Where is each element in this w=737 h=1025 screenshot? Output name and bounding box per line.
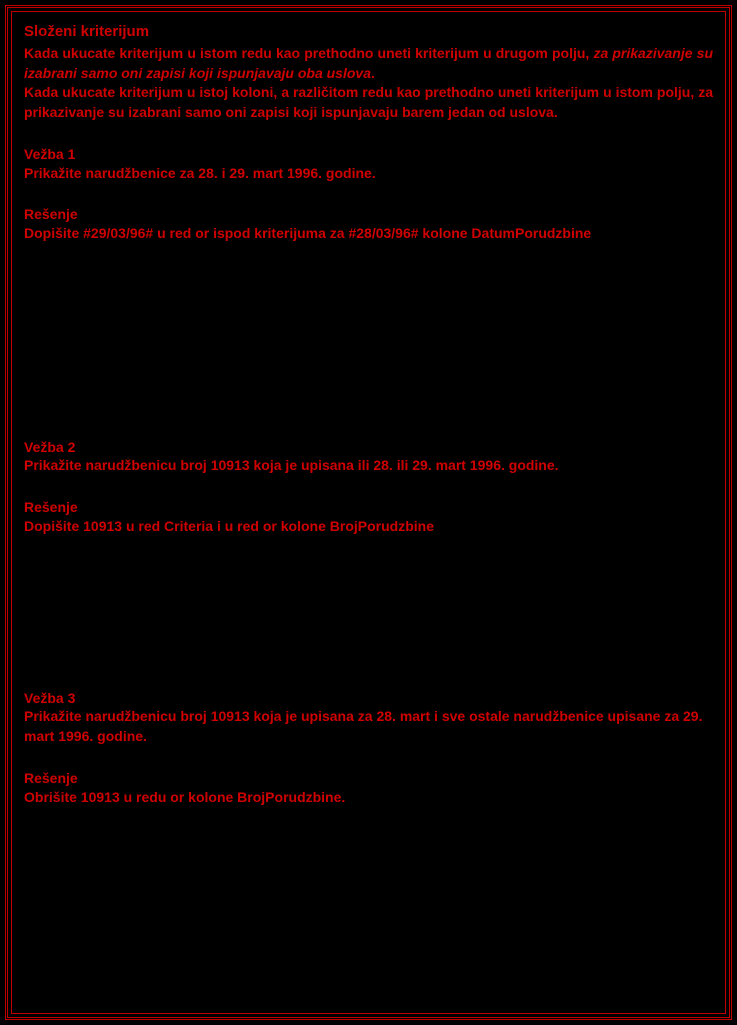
exercise-3-body: Prikažite narudžbenicu broj 10913 koja j… (24, 707, 713, 746)
intro-col-prefix: Kada ukucate kriterijum u istoj koloni, … (24, 84, 698, 100)
inner-border: Složeni kriterijum Kada ukucate kriterij… (11, 11, 726, 1014)
exercise-1-body: Prikažite narudžbenice za 28. i 29. mart… (24, 164, 713, 184)
exercise-1-heading: Vežba 1 (24, 145, 713, 164)
page-title: Složeni kriterijum (24, 22, 713, 42)
solution-3-body: Obrišite 10913 u redu or kolone BrojPoru… (24, 788, 713, 808)
intro-row-prefix: Kada ukucate kriterijum u istom redu kao… (24, 45, 593, 61)
outer-double-border: Složeni kriterijum Kada ukucate kriterij… (5, 5, 732, 1020)
image-placeholder-2 (24, 537, 713, 667)
exercise-2-body: Prikažite narudžbenicu broj 10913 koja j… (24, 456, 713, 476)
solution-2-heading: Rešenje (24, 498, 713, 517)
solution-1-heading: Rešenje (24, 205, 713, 224)
image-placeholder-3 (24, 807, 713, 1014)
solution-1-body: Dopišite #29/03/96# u red or ispod krite… (24, 224, 713, 244)
intro-paragraph-row: Kada ukucate kriterijum u istom redu kao… (24, 44, 713, 83)
solution-2-body: Dopišite 10913 u red Criteria i u red or… (24, 517, 713, 537)
exercise-2-heading: Vežba 2 (24, 438, 713, 457)
intro-paragraph-col: Kada ukucate kriterijum u istoj koloni, … (24, 83, 713, 122)
solution-3-heading: Rešenje (24, 769, 713, 788)
image-placeholder-1 (24, 244, 713, 416)
exercise-3-heading: Vežba 3 (24, 689, 713, 708)
intro-row-suffix: . (371, 65, 375, 81)
